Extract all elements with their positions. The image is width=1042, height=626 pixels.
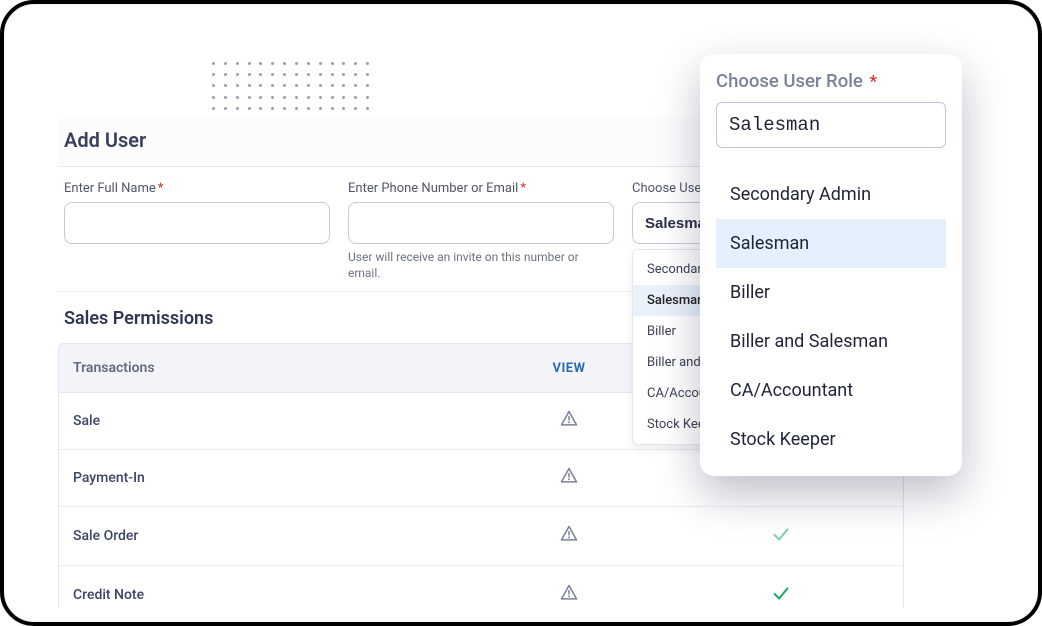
full-name-label: Enter Full Name* [64, 181, 330, 196]
permission-row: Credit Note [59, 565, 903, 608]
warning-icon [559, 417, 579, 433]
role-option[interactable]: Salesman [716, 219, 946, 268]
contact-field: Enter Phone Number or Email* User will r… [348, 181, 614, 281]
required-star: * [158, 181, 164, 196]
permission-row-name: Payment-In [59, 454, 479, 502]
permission-view-cell[interactable] [479, 567, 659, 608]
permission-row-name: Credit Note [59, 571, 479, 608]
required-star: * [520, 181, 526, 196]
role-option[interactable]: Stock Keeper [716, 415, 946, 464]
warning-icon [559, 591, 579, 607]
role-expanded-input[interactable] [716, 102, 946, 148]
role-dropdown-expanded: Choose User Role * Secondary AdminSalesm… [700, 54, 962, 476]
check-icon [770, 582, 792, 608]
warning-icon [559, 532, 579, 548]
contact-label: Enter Phone Number or Email* [348, 181, 614, 196]
required-star: * [869, 72, 877, 92]
decorative-dot-grid [212, 62, 372, 112]
warning-icon [559, 474, 579, 490]
permission-add-cell[interactable] [659, 507, 903, 565]
permission-row-name: Sale [59, 397, 479, 445]
permission-view-cell[interactable] [479, 450, 659, 506]
role-option[interactable]: Biller [716, 268, 946, 317]
permission-add-cell[interactable] [659, 566, 903, 608]
contact-input[interactable] [348, 202, 614, 244]
full-name-field: Enter Full Name* [64, 181, 330, 281]
full-name-input[interactable] [64, 202, 330, 244]
permissions-col-transactions: Transactions [59, 344, 479, 392]
contact-helper-text: User will receive an invite on this numb… [348, 250, 608, 281]
permission-view-cell[interactable] [479, 508, 659, 564]
role-option[interactable]: CA/Accountant [716, 366, 946, 415]
permission-row: Sale Order [59, 506, 903, 565]
check-icon [770, 523, 792, 549]
app-window: Add User Enter Full Name* Enter Phone Nu… [0, 0, 1042, 626]
role-option[interactable]: Biller and Salesman [716, 317, 946, 366]
role-option[interactable]: Secondary Admin [716, 170, 946, 219]
role-expanded-options: Secondary AdminSalesmanBillerBiller and … [716, 170, 946, 464]
role-expanded-label: Choose User Role * [716, 70, 946, 92]
app-canvas: Add User Enter Full Name* Enter Phone Nu… [18, 18, 1024, 608]
permission-row-name: Sale Order [59, 512, 479, 560]
